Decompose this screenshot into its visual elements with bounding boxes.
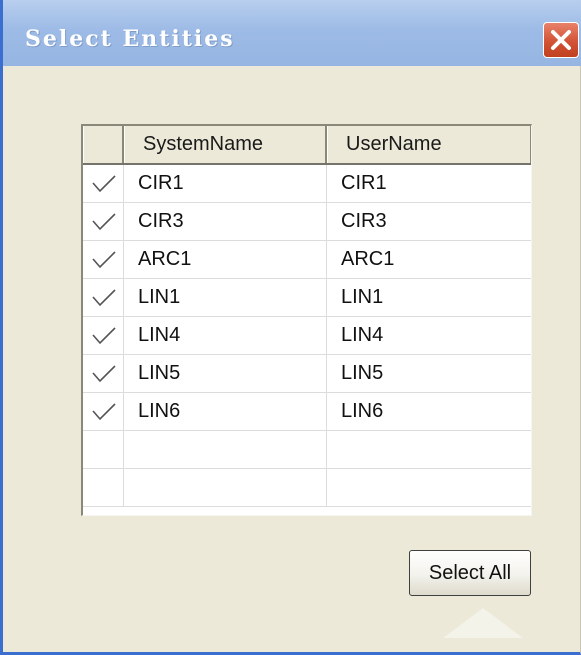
table-row[interactable]: LIN6 LIN6 — [83, 393, 531, 431]
table-row[interactable]: CIR1 CIR1 — [83, 165, 531, 203]
table-row[interactable]: ARC1 ARC1 — [83, 241, 531, 279]
table-row[interactable]: LIN1 LIN1 — [83, 279, 531, 317]
checkmark-icon — [92, 213, 116, 231]
cell-systemname — [124, 431, 327, 468]
checkmark-icon — [92, 289, 116, 307]
table-row[interactable]: CIR3 CIR3 — [83, 203, 531, 241]
row-checkbox[interactable] — [83, 469, 124, 506]
cell-username: LIN4 — [341, 324, 384, 346]
cell-systemname: LIN6 — [124, 393, 327, 430]
column-header-check[interactable] — [83, 126, 124, 163]
checkmark-icon — [92, 365, 116, 383]
table-header: SystemName UserName — [83, 126, 531, 165]
close-icon — [551, 30, 571, 50]
cell-username: ARC1 — [341, 248, 395, 270]
row-checkbox[interactable] — [83, 317, 124, 354]
cell-systemname: CIR1 — [124, 165, 327, 202]
checkmark-icon — [92, 175, 116, 193]
entities-table[interactable]: SystemName UserName CIR1 CIR1 CIR3 CIR3 … — [81, 124, 532, 516]
cell-systemname: CIR3 — [124, 203, 327, 240]
checkmark-icon — [92, 403, 116, 421]
cell-username: LIN6 — [341, 400, 384, 422]
cell-systemname — [124, 469, 327, 506]
row-checkbox[interactable] — [83, 165, 124, 202]
cell-username: LIN5 — [341, 362, 384, 384]
table-row-empty[interactable] — [83, 469, 531, 507]
row-checkbox[interactable] — [83, 431, 124, 468]
select-entities-dialog: Select Entities SystemName UserName CIR1… — [0, 0, 581, 655]
row-checkbox[interactable] — [83, 203, 124, 240]
title-bar[interactable]: Select Entities — [3, 0, 581, 66]
screen-glare — [443, 608, 523, 638]
table-row[interactable]: LIN5 LIN5 — [83, 355, 531, 393]
select-all-button[interactable]: Select All — [409, 550, 531, 596]
close-button[interactable] — [543, 22, 579, 58]
cell-username: CIR1 — [341, 172, 387, 194]
row-checkbox[interactable] — [83, 355, 124, 392]
cell-username — [327, 431, 531, 468]
table-row[interactable]: LIN4 LIN4 — [83, 317, 531, 355]
cell-username: LIN1 — [341, 286, 384, 308]
dialog-title: Select Entities — [25, 26, 235, 52]
cell-username: CIR3 — [341, 210, 387, 232]
column-header-systemname[interactable]: SystemName — [124, 126, 327, 163]
row-checkbox[interactable] — [83, 393, 124, 430]
table-row-empty[interactable] — [83, 431, 531, 469]
cell-systemname: ARC1 — [124, 241, 327, 278]
cell-systemname: LIN5 — [124, 355, 327, 392]
checkmark-icon — [92, 327, 116, 345]
cell-systemname: LIN4 — [124, 317, 327, 354]
cell-username — [327, 469, 531, 506]
column-header-username[interactable]: UserName — [327, 126, 531, 163]
checkmark-icon — [92, 251, 116, 269]
cell-systemname: LIN1 — [124, 279, 327, 316]
row-checkbox[interactable] — [83, 241, 124, 278]
row-checkbox[interactable] — [83, 279, 124, 316]
